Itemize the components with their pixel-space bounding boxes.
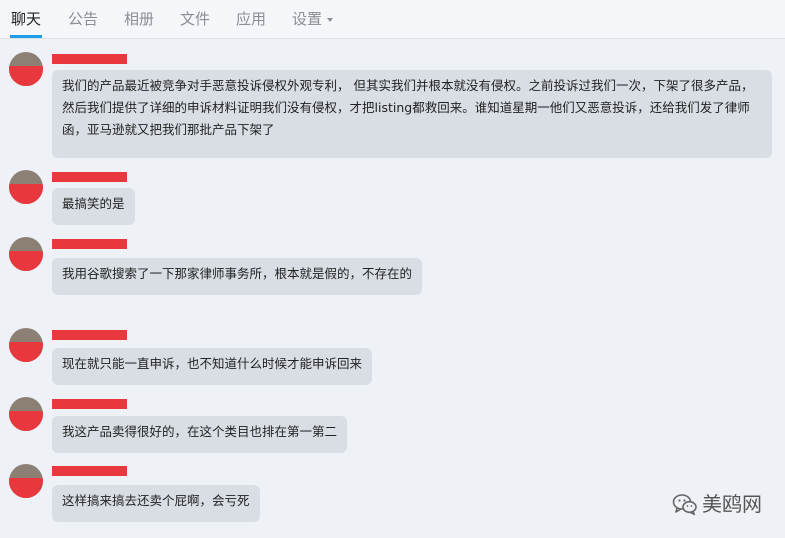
message-bubble: 我这产品卖得很好的，在这个类目也排在第一第二 [52,416,348,453]
avatar-redaction [9,342,43,362]
sender-name-redaction [52,239,127,249]
tab-settings-label: 设置 [292,10,323,28]
sender-name-redaction [52,466,127,476]
chevron-down-icon [327,17,334,22]
avatar[interactable] [9,170,43,204]
avatar[interactable] [9,397,43,431]
message-bubble: 最搞笑的是 [52,188,135,225]
sender-name-redaction [52,54,127,64]
message-bubble: 这样搞来搞去还卖个屁啊，会亏死 [52,485,260,522]
message-bubble: 现在就只能一直申诉，也不知道什么时候才能申诉回来 [52,348,373,385]
avatar-redaction [9,66,43,86]
tab-files[interactable]: 文件 [180,0,210,38]
message-bubble: 我用谷歌搜索了一下那家律师事务所，根本就是假的，不存在的 [52,258,423,295]
avatar[interactable] [9,237,43,271]
wechat-icon [672,494,697,516]
sender-name-redaction [52,330,127,340]
tab-announcements[interactable]: 公告 [68,0,98,38]
tab-album[interactable]: 相册 [124,0,154,38]
sender-name-redaction [52,172,127,182]
avatar-redaction [9,184,43,204]
tab-apps[interactable]: 应用 [236,0,266,38]
avatar-redaction [9,411,43,431]
tab-settings[interactable]: 设置 [292,0,334,38]
sender-name-redaction [52,399,127,409]
tab-bar: 聊天 公告 相册 文件 应用 设置 [0,0,785,39]
avatar[interactable] [9,52,43,86]
message-bubble: 我们的产品最近被竞争对手恶意投诉侵权外观专利， 但其实我们并根本就没有侵权。之前… [52,70,772,158]
avatar-redaction [9,478,43,498]
avatar[interactable] [9,464,43,498]
avatar-redaction [9,251,43,271]
watermark-text: 美鸥网 [702,492,762,516]
avatar[interactable] [9,328,43,362]
tab-chat[interactable]: 聊天 [9,0,43,38]
